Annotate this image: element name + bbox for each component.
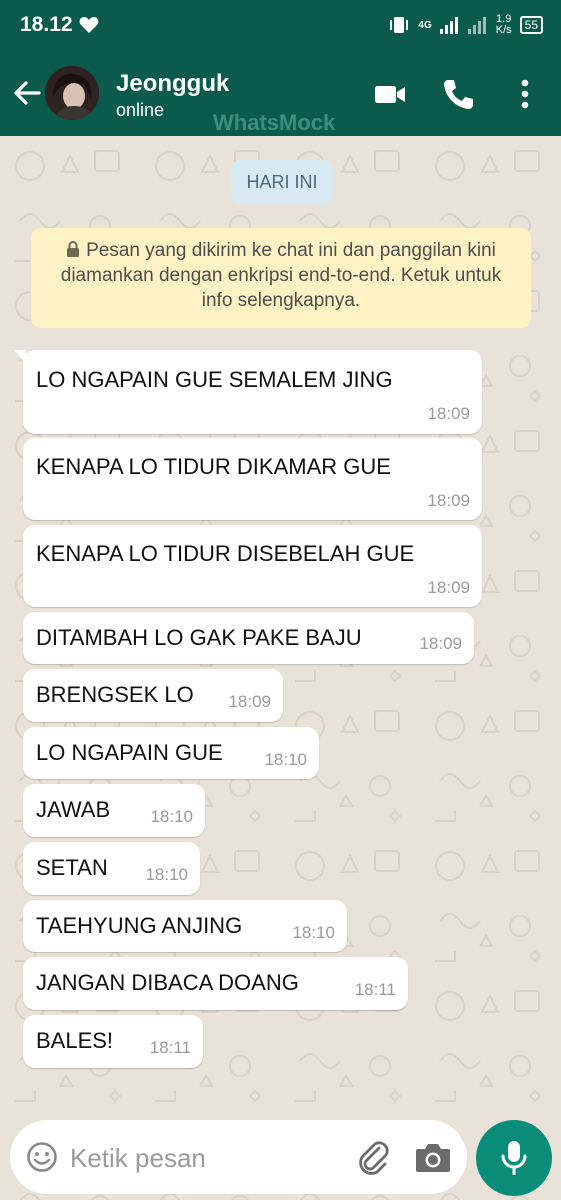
avatar[interactable] <box>45 66 99 120</box>
message-text: KENAPA LO TIDUR DISEBELAH GUE <box>36 541 415 566</box>
message-text: JANGAN DIBACA DOANG <box>36 970 299 995</box>
network-type: 4G <box>418 19 432 31</box>
emoji-icon[interactable] <box>26 1141 58 1173</box>
message-time: 18:09 <box>419 634 462 653</box>
message-time: 18:11 <box>354 980 396 999</box>
message-time: 18:10 <box>145 865 188 884</box>
message-bubble[interactable]: SETAN 18:10 <box>23 842 200 895</box>
message-bubble[interactable]: DITAMBAH LO GAK PAKE BAJU 18:09 <box>23 612 474 664</box>
signal-icon-2 <box>467 17 486 34</box>
message-time: 18:09 <box>427 404 470 423</box>
encryption-notice-text: Pesan yang dikirim ke chat ini dan pangg… <box>60 240 502 311</box>
message-time: 18:10 <box>264 750 307 769</box>
message-composer <box>10 1120 467 1194</box>
message-text: KENAPA LO TIDUR DIKAMAR GUE <box>36 454 391 479</box>
signal-icon-1 <box>439 17 458 34</box>
camera-icon[interactable] <box>414 1140 452 1174</box>
message-bubble[interactable]: TAEHYUNG ANJING 18:10 <box>23 900 347 952</box>
lock-icon <box>67 241 80 257</box>
message-bubble[interactable]: KENAPA LO TIDUR DISEBELAH GUE 18:09 <box>23 525 482 607</box>
back-arrow-icon[interactable] <box>12 78 42 108</box>
status-bar: 18.12 4G 1.9 K/s 55 <box>0 0 561 50</box>
contact-status: online <box>116 100 165 120</box>
message-time: 18:09 <box>427 491 470 510</box>
encryption-notice[interactable]: Pesan yang dikirim ke chat ini dan pangg… <box>31 228 531 328</box>
battery-indicator: 55 <box>519 16 543 34</box>
message-text: LO NGAPAIN GUE SEMALEM JING <box>36 367 393 392</box>
heart-icon <box>79 17 99 33</box>
message-bubble[interactable]: BRENGSEK LO 18:09 <box>23 669 283 722</box>
message-input[interactable] <box>68 1134 342 1182</box>
status-time: 18.12 <box>20 13 73 36</box>
chat-header: Jeongguk online WhatsMock <box>0 50 561 136</box>
message-bubble[interactable]: JANGAN DIBACA DOANG 18:11 <box>23 957 408 1010</box>
avatar-photo <box>45 66 99 120</box>
mic-button[interactable] <box>476 1120 552 1196</box>
date-label: HARI INI <box>231 160 333 204</box>
message-text: DITAMBAH LO GAK PAKE BAJU <box>36 625 362 650</box>
message-bubble[interactable]: KENAPA LO TIDUR DIKAMAR GUE 18:09 <box>23 438 482 520</box>
message-bubble[interactable]: BALES! 18:11 <box>23 1015 203 1068</box>
message-time: 18:09 <box>228 692 271 711</box>
message-time: 18:11 <box>149 1038 191 1057</box>
message-text: TAEHYUNG ANJING <box>36 913 243 938</box>
vibrate-icon <box>390 17 409 33</box>
message-time: 18:10 <box>292 923 335 942</box>
bubble-tail <box>14 350 26 364</box>
net-speed: 1.9 K/s <box>496 14 512 36</box>
watermark: WhatsMock <box>213 110 336 135</box>
message-text: SETAN <box>36 855 108 880</box>
more-vert-icon[interactable] <box>510 76 540 112</box>
status-left: 18.12 <box>20 13 99 37</box>
message-time: 18:09 <box>427 578 470 597</box>
message-bubble[interactable]: LO NGAPAIN GUE SEMALEM JING 18:09 <box>14 350 482 434</box>
message-text: BRENGSEK LO <box>36 682 194 707</box>
mic-icon <box>501 1141 527 1175</box>
phone-icon[interactable] <box>440 76 476 112</box>
message-time: 18:10 <box>150 807 193 826</box>
message-bubble[interactable]: JAWAB 18:10 <box>23 784 205 837</box>
message-text: LO NGAPAIN GUE <box>36 740 223 765</box>
net-speed-unit: K/s <box>495 24 512 36</box>
contact-name[interactable]: Jeongguk <box>116 70 229 98</box>
message-text: BALES! <box>36 1028 114 1053</box>
status-right: 4G 1.9 K/s 55 <box>388 14 543 36</box>
message-text: JAWAB <box>36 797 111 822</box>
chat-area[interactable]: HARI INI Pesan yang dikirim ke chat ini … <box>0 136 561 1200</box>
message-bubble[interactable]: LO NGAPAIN GUE 18:10 <box>23 727 319 779</box>
paperclip-icon[interactable] <box>355 1138 391 1176</box>
video-call-icon[interactable] <box>372 76 408 112</box>
